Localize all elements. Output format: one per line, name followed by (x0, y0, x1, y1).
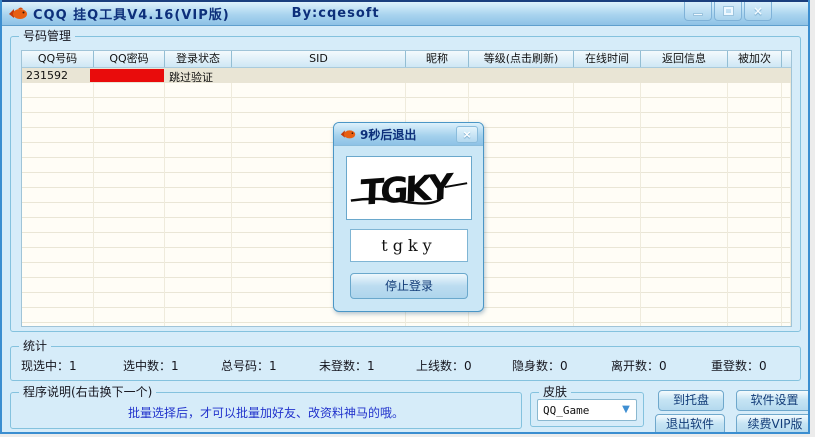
number-management-label: 号码管理 (19, 29, 76, 43)
minimize-icon (693, 12, 703, 16)
maximize-icon (722, 6, 734, 16)
window-title: CQQ 挂Q工具V4.16(VIP版) (33, 8, 230, 23)
stat-relogin-count: 重登数：0 (711, 359, 767, 373)
column-header-qq-password[interactable]: QQ密码 (94, 51, 165, 67)
stat-away-count: 离开数：0 (611, 359, 667, 373)
app-icon-fish (9, 7, 27, 19)
dialog-icon-fish (340, 130, 356, 139)
column-header-qq-number[interactable]: QQ号码 (22, 51, 94, 67)
settings-button[interactable]: 软件设置 (736, 390, 808, 411)
stat-invisible-count: 隐身数：0 (512, 359, 568, 373)
stat-selected-count: 选中数：1 (123, 359, 179, 373)
table-header: QQ号码 QQ密码 登录状态 SID 昵称 等级(点击刷新) 在线时间 返回信息… (22, 51, 791, 68)
captcha-image[interactable]: TGKY (346, 156, 472, 220)
password-redaction-block (90, 69, 164, 82)
captcha-text: TGKY (360, 167, 455, 214)
window-controls: × (682, 2, 772, 21)
stat-online-count: 上线数：0 (416, 359, 472, 373)
chevron-down-icon: ▼ (622, 404, 630, 415)
skin-dropdown-value: QQ_Game (543, 403, 590, 417)
maximize-button[interactable] (714, 2, 742, 21)
skin-dropdown[interactable]: QQ_Game ▼ (537, 399, 637, 421)
skin-label: 皮肤 (539, 385, 572, 399)
stop-login-button[interactable]: 停止登录 (350, 273, 468, 299)
captcha-dialog: 9秒后退出 × TGKY 停止登录 (333, 122, 484, 312)
program-description-group[interactable]: 程序说明(右击换下一个) 批量选择后，才可以批量加好友、改资料神马的哦。 (10, 385, 522, 429)
table-row[interactable]: 231592 跳过验证 (22, 68, 791, 84)
skin-group: 皮肤 QQ_Game ▼ (530, 385, 644, 427)
column-header-nickname[interactable]: 昵称 (406, 51, 469, 67)
column-header-return-info[interactable]: 返回信息 (641, 51, 728, 67)
column-header-login-status[interactable]: 登录状态 (165, 51, 232, 67)
statistics-label: 统计 (19, 339, 52, 353)
statistics-group: 统计 现选中：1 选中数：1 总号码：1 未登数：1 上线数：0 隐身数：0 离… (10, 339, 801, 381)
close-icon: × (462, 128, 472, 141)
stat-not-logged-in: 未登数：1 (319, 359, 375, 373)
window-byline: By:cqesoft (291, 6, 380, 21)
column-header-filler (782, 51, 791, 67)
dialog-titlebar: 9秒后退出 × (334, 123, 483, 146)
program-description-text: 批量选择后，才可以批量加好友、改资料神马的哦。 (127, 406, 404, 420)
close-button[interactable]: × (744, 2, 772, 21)
column-header-online-time[interactable]: 在线时间 (574, 51, 641, 67)
cell-login-status: 跳过验证 (169, 71, 213, 84)
exit-button[interactable]: 退出软件 (655, 414, 725, 432)
stat-currently-selected: 现选中：1 (21, 359, 77, 373)
app-window: CQQ 挂Q工具V4.16(VIP版) By:cqesoft × 号码管理 QQ… (0, 0, 810, 434)
column-header-added-times[interactable]: 被加次 (728, 51, 782, 67)
dialog-title: 9秒后退出 (360, 127, 417, 142)
titlebar: CQQ 挂Q工具V4.16(VIP版) By:cqesoft × (2, 0, 808, 26)
cell-qq-number: 231592 (26, 69, 68, 82)
stat-total-numbers: 总号码：1 (221, 359, 277, 373)
captcha-input[interactable] (350, 229, 468, 262)
close-icon: × (752, 4, 764, 18)
column-header-sid[interactable]: SID (232, 51, 406, 67)
column-header-level[interactable]: 等级(点击刷新) (469, 51, 574, 67)
dialog-close-button[interactable]: × (456, 126, 478, 143)
renew-vip-button[interactable]: 续费VIP版 (736, 414, 808, 432)
minimize-button[interactable] (684, 2, 712, 21)
program-description-label: 程序说明(右击换下一个) (19, 385, 157, 399)
to-tray-button[interactable]: 到托盘 (658, 390, 724, 411)
